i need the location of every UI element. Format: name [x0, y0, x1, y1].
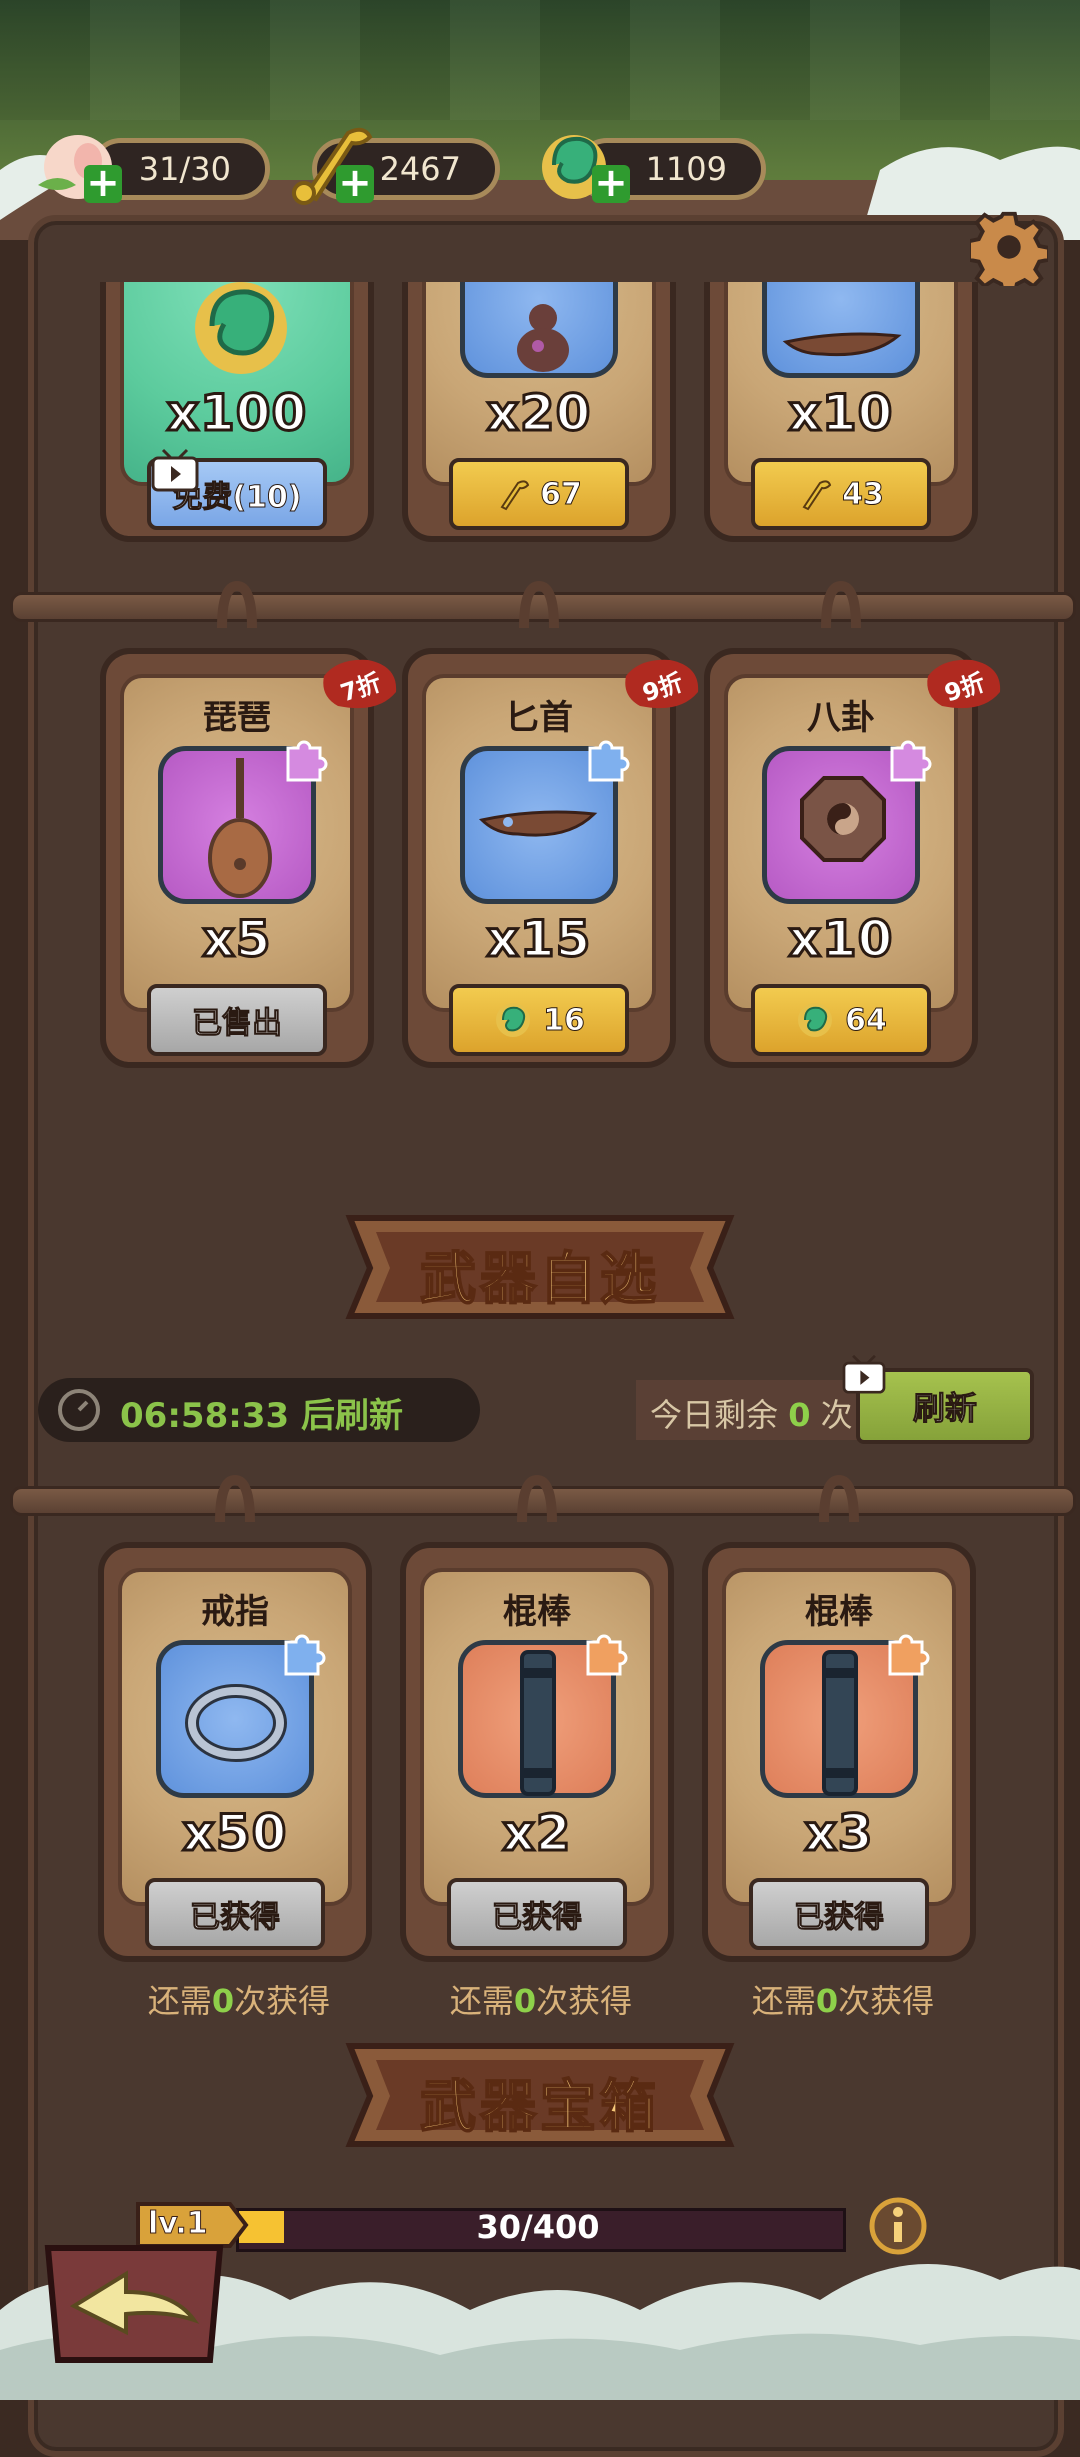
settings-gear-icon[interactable]	[970, 208, 1048, 286]
item-quantity: x15	[485, 909, 592, 970]
hook	[519, 580, 559, 629]
weapon-choice-card[interactable]: 戒指 x50 已获得	[98, 1542, 372, 1962]
need-prefix: 还需	[751, 1982, 816, 2020]
add-jade-button[interactable]: +	[592, 163, 630, 203]
discount-badge: 9折	[922, 656, 1006, 716]
item-quantity: x3	[803, 1803, 874, 1864]
need-prefix: 还需	[147, 1982, 212, 2020]
remaining-requirement: 还需0次获得	[102, 1976, 376, 2022]
obtained-button[interactable]: 已获得	[447, 1878, 627, 1950]
weapon-chest-title: 武器宝箱	[419, 2074, 660, 2141]
dagger-icon	[478, 810, 598, 837]
club-icon	[822, 1650, 858, 1796]
buy-button[interactable]: 67	[449, 458, 629, 530]
ring-icon	[185, 1684, 287, 1762]
add-ruyi-button[interactable]: +	[336, 163, 374, 203]
item-name: 棍棒	[503, 1592, 571, 1632]
weapon-select-title: 武器自选	[419, 1246, 660, 1313]
ruyi-icon	[802, 480, 832, 511]
jade-icon	[798, 1003, 833, 1037]
item-quantity: x5	[201, 909, 272, 970]
jade-icon	[195, 282, 287, 374]
remaining-requirement: 还需0次获得	[706, 1976, 980, 2022]
ruyi-count: 2467	[379, 150, 461, 188]
weapon-select-banner: 武器自选	[340, 1208, 740, 1326]
price: 43	[842, 476, 885, 512]
obtained-button[interactable]: 已获得	[749, 1878, 929, 1950]
item-quantity: x2	[501, 1803, 572, 1864]
dagger-icon	[782, 332, 902, 357]
item-card: x100 免费(10)	[100, 282, 374, 542]
weapon-choice-card[interactable]: 棍棒 x2 已获得	[400, 1542, 674, 1962]
item-quantity: x10	[787, 383, 894, 444]
jade-icon	[496, 1003, 531, 1037]
puzzle-piece-icon	[586, 1634, 628, 1676]
need-suffix: 次获得	[234, 1982, 331, 2020]
item-quantity: x100	[165, 383, 308, 444]
item-quantity: x50	[181, 1803, 288, 1864]
tent-stripes	[0, 0, 1080, 120]
need-count: 0	[211, 1982, 235, 2020]
item-card: x10 43	[704, 282, 978, 542]
remain-count: 0	[788, 1396, 811, 1434]
weapon-chest-banner: 武器宝箱	[340, 2036, 740, 2154]
sold-out-button[interactable]: 已售出	[147, 984, 327, 1056]
item-name: 戒指	[201, 1592, 269, 1632]
jade-count: 1109	[645, 150, 727, 188]
video-ad-icon	[842, 1354, 886, 1394]
obtained-button[interactable]: 已获得	[145, 1878, 325, 1950]
clock-icon	[58, 1389, 100, 1431]
need-prefix: 还需	[449, 1982, 514, 2020]
puzzle-piece-icon	[284, 1634, 326, 1676]
price: 64	[845, 1002, 888, 1038]
discount-badge: 9折	[620, 656, 704, 716]
remaining-text: 今日剩余 0 次	[650, 1390, 853, 1436]
bagua-icon	[800, 776, 886, 862]
need-count: 0	[513, 1982, 537, 2020]
discount-badge: 7折	[318, 656, 402, 716]
peach-count: 31/30	[138, 150, 231, 188]
ruyi-icon	[500, 480, 530, 511]
puzzle-piece-icon	[890, 740, 932, 782]
price: 16	[543, 1002, 586, 1038]
need-suffix: 次获得	[536, 1982, 633, 2020]
need-suffix: 次获得	[838, 1982, 935, 2020]
gourd-icon	[517, 304, 569, 372]
top-row-clip: x100 免费(10) x20 67 x10 43	[96, 282, 996, 552]
pipa-icon	[208, 758, 272, 898]
hook	[215, 1474, 255, 1523]
buy-button[interactable]: 64	[751, 984, 931, 1056]
hook	[217, 580, 257, 629]
weapon-choice-card[interactable]: 棍棒 x3 已获得	[702, 1542, 976, 1962]
item-name: 棍棒	[805, 1592, 873, 1632]
puzzle-piece-icon	[286, 740, 328, 782]
item-quantity: x10	[787, 909, 894, 970]
item-card: x20 67	[402, 282, 676, 542]
buy-button[interactable]: 43	[751, 458, 931, 530]
need-count: 0	[815, 1982, 839, 2020]
item-quantity: x20	[485, 383, 592, 444]
timer-time: 06:58:33	[120, 1396, 290, 1436]
puzzle-piece-icon	[888, 1634, 930, 1676]
timer-suffix: 后刷新	[289, 1396, 403, 1436]
club-icon	[520, 1650, 556, 1796]
add-peach-button[interactable]: +	[84, 163, 122, 203]
timer-text: 06:58:33 后刷新	[120, 1388, 403, 1437]
price: 67	[540, 476, 583, 512]
hook	[517, 1474, 557, 1523]
puzzle-piece-icon	[588, 740, 630, 782]
remaining-requirement: 还需0次获得	[404, 1976, 678, 2022]
hook	[821, 580, 861, 629]
remain-suffix: 次	[810, 1396, 853, 1434]
back-button[interactable]	[34, 2234, 234, 2374]
remain-prefix: 今日剩余	[650, 1396, 789, 1434]
video-ad-icon	[151, 448, 199, 492]
buy-button[interactable]: 16	[449, 984, 629, 1056]
hook	[819, 1474, 859, 1523]
